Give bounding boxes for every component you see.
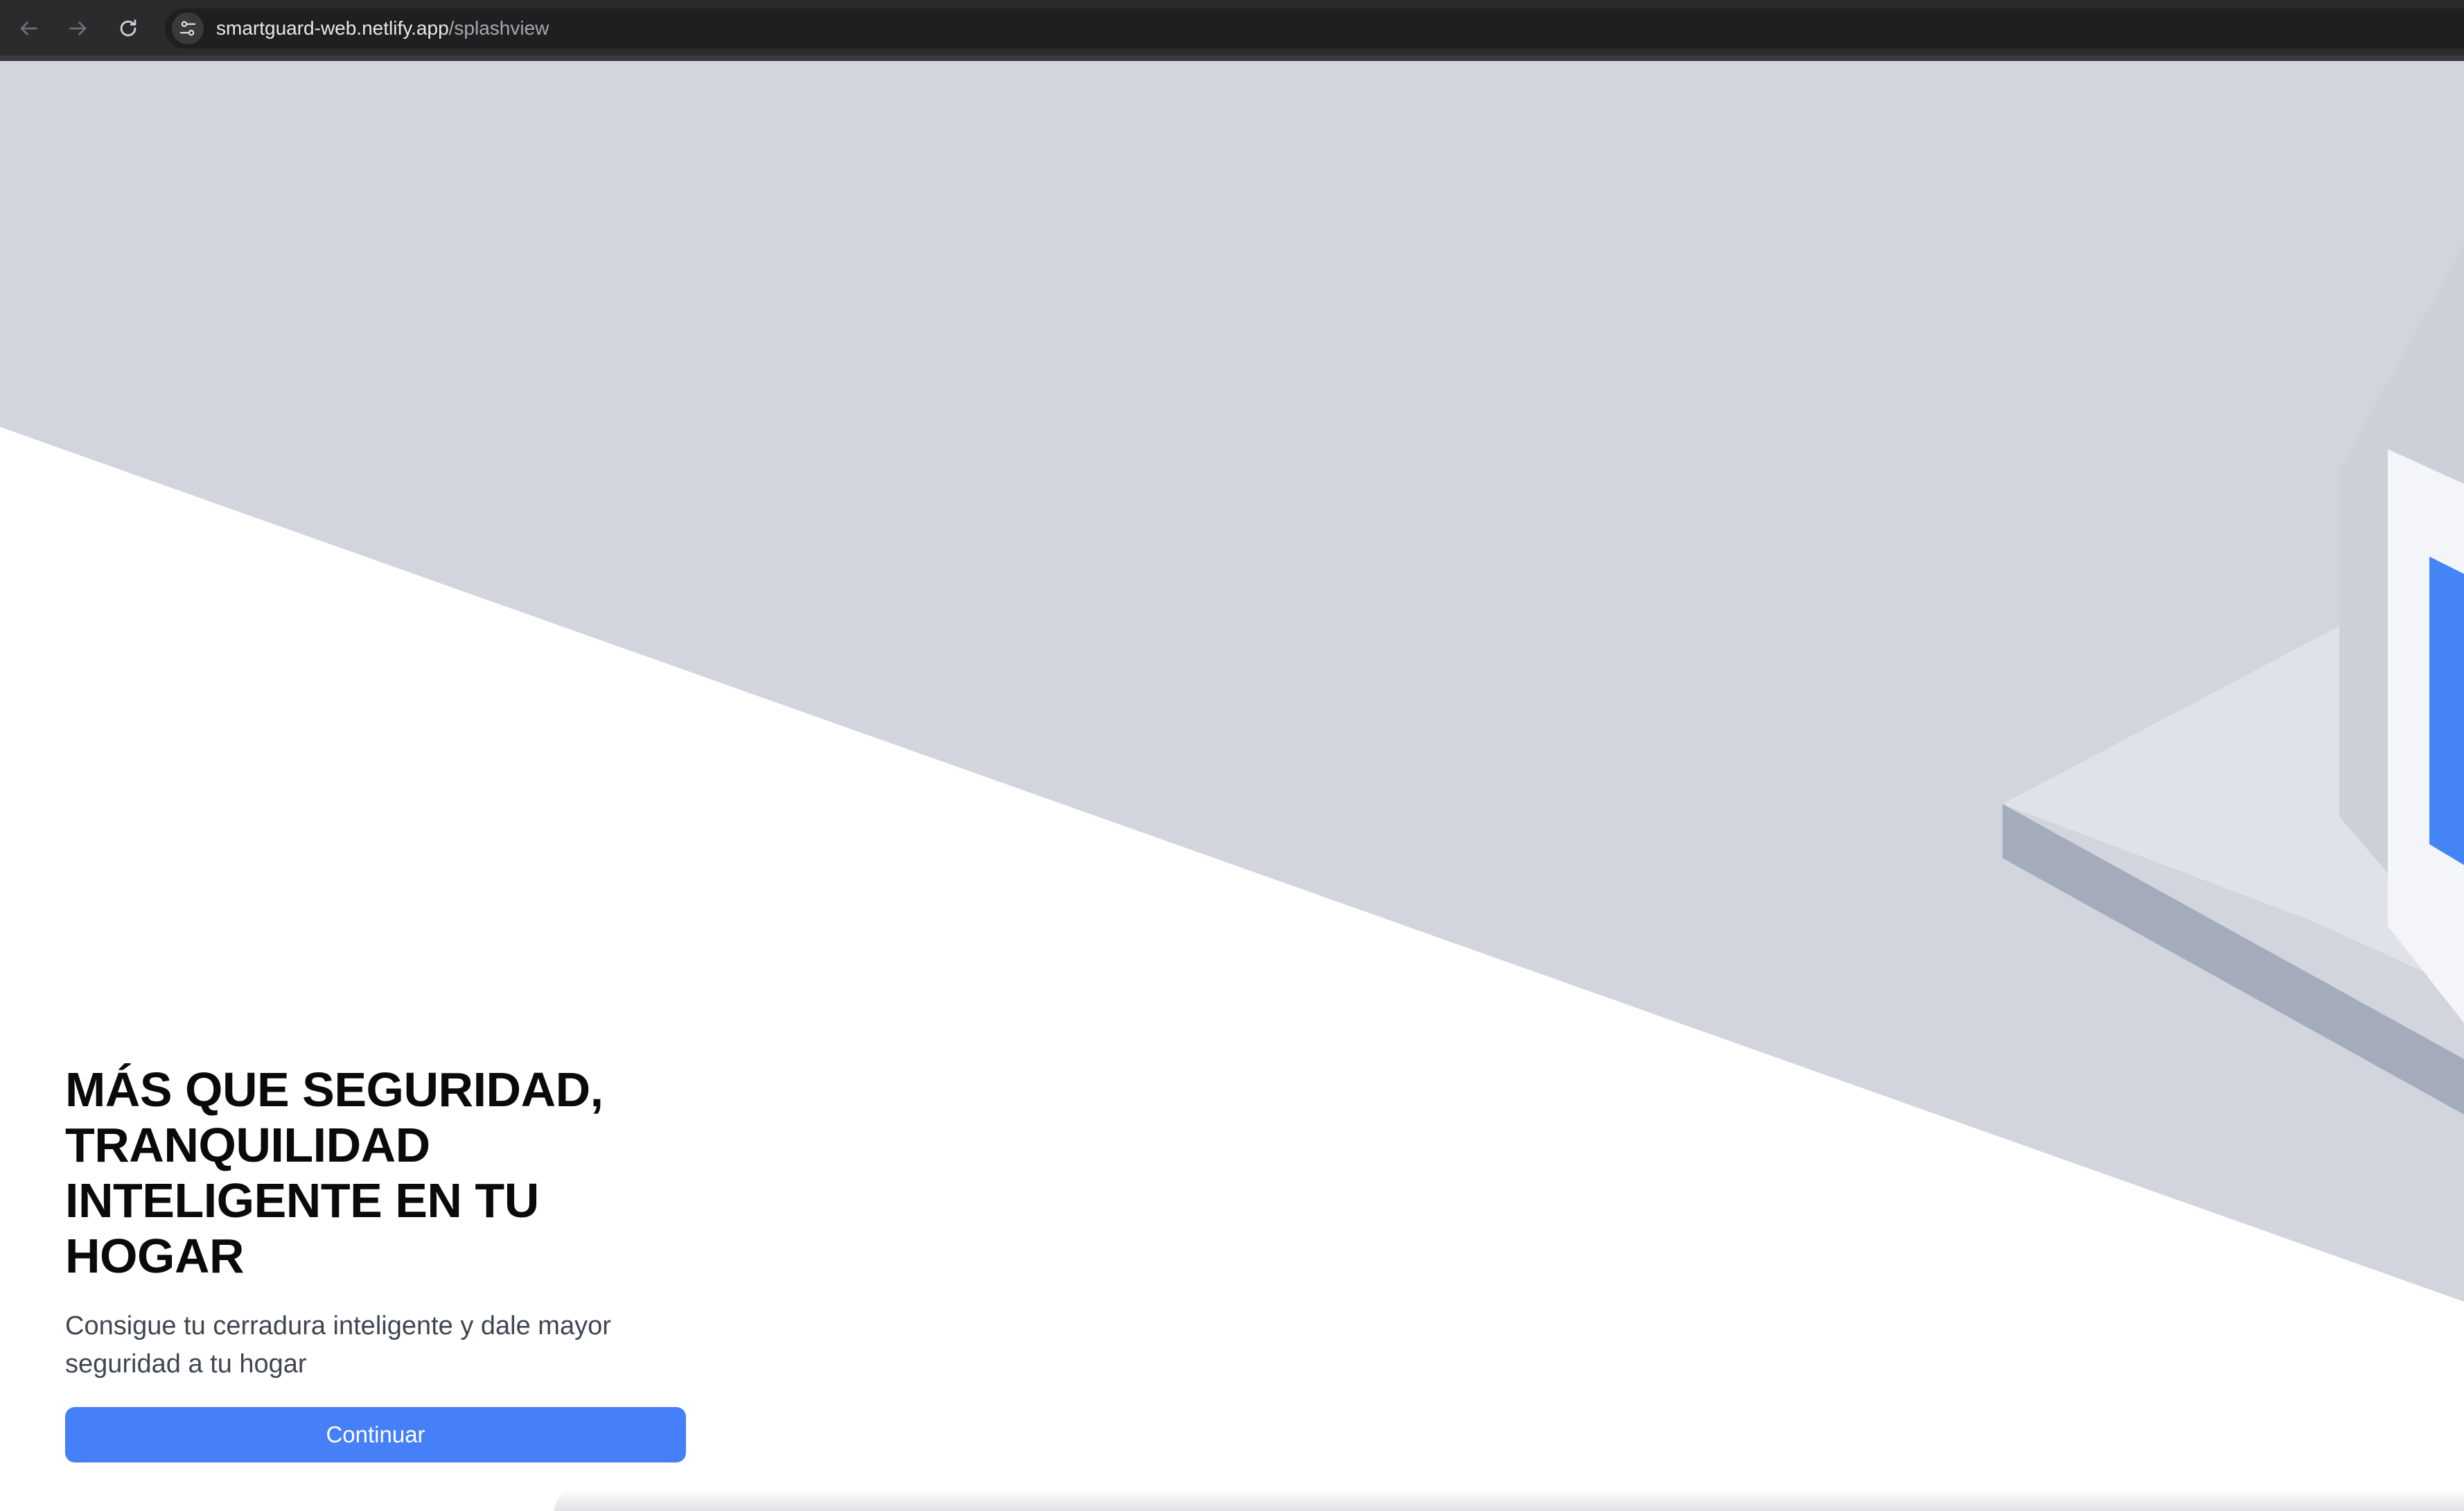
page-subtitle: Consigue tu cerradura inteligente y dale… [65, 1311, 611, 1379]
arrow-left-icon [20, 21, 37, 35]
reload-button[interactable] [112, 12, 144, 44]
tune-icon [179, 21, 196, 36]
hero-background [0, 61, 2464, 1302]
browser-toolbar: smartguard-web.netlify.app/splashview [0, 0, 2464, 61]
bottom-sheet-edge [554, 1489, 2464, 1511]
url-path: /splashview [448, 17, 549, 39]
site-info-button[interactable] [172, 12, 204, 44]
address-bar[interactable]: smartguard-web.netlify.app/splashview [165, 8, 2464, 49]
page-title: MÁS QUE SEGURIDAD, TRANQUILIDAD INTELIGE… [65, 1063, 604, 1283]
url-text[interactable]: smartguard-web.netlify.app/splashview [216, 16, 549, 41]
reload-icon [120, 19, 137, 37]
splash-page: MÁS QUE SEGURIDAD, TRANQUILIDAD INTELIGE… [0, 61, 2464, 1511]
forward-button[interactable] [62, 12, 94, 44]
arrow-right-icon [69, 21, 87, 35]
continue-button[interactable]: Continuar [65, 1407, 686, 1462]
url-host: smartguard-web.netlify.app [216, 17, 449, 39]
back-button[interactable] [12, 12, 44, 44]
